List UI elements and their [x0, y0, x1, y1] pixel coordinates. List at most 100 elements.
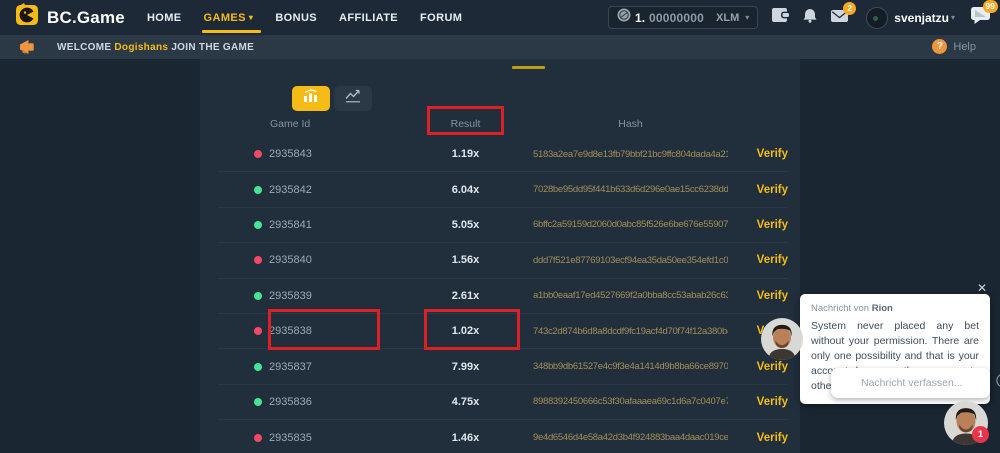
hash-value: 348bb9db61527e4c9f3e4a1414d9b8ba66ce8970… — [523, 361, 728, 372]
nav-item-games[interactable]: GAMES ▾ — [204, 0, 254, 35]
balance-integer: 1. — [635, 11, 645, 25]
game-id-cell: 2935835 — [218, 432, 408, 444]
nav-item-bonus[interactable]: BONUS — [275, 0, 317, 35]
annotation-row-game-id — [268, 309, 380, 350]
balance-currency: XLM — [716, 12, 739, 24]
game-id: 2935842 — [269, 184, 312, 196]
chevron-down-icon: ▾ — [951, 13, 955, 22]
welcome-username: Dogishans — [114, 42, 168, 53]
verify-link[interactable]: Verify — [728, 219, 788, 231]
game-history-rows: 2935843 1.19x 5183a2ea7e9d8e13fb79bbf21b… — [218, 137, 788, 453]
mail-badge: 2 — [843, 2, 856, 15]
bar-chart-view-button[interactable] — [292, 86, 330, 111]
hash-value: 743c2d874b6d8a8dcdf9fc19acf4d70f74f12a38… — [523, 326, 728, 337]
table-row: 2935842 6.04x 7028be95dd95f441b633d6d296… — [218, 172, 788, 207]
result-value: 1.46x — [408, 432, 523, 444]
hash-value: 8988392450666c53f30afaaaea69c1d6a7c0407e… — [523, 396, 728, 407]
nav-item-games-label: GAMES — [204, 12, 246, 24]
game-id-cell: 2935836 — [218, 396, 408, 408]
status-dot — [254, 398, 262, 406]
trend-chart-view-button[interactable] — [334, 86, 372, 111]
nav-item-affiliate[interactable]: AFFILIATE — [339, 0, 398, 35]
status-dot — [254, 150, 262, 158]
result-value: 2.61x — [408, 290, 523, 302]
game-id: 2935841 — [269, 219, 312, 231]
verify-link[interactable]: Verify — [728, 290, 788, 302]
column-header-hash: Hash — [523, 118, 728, 130]
trend-chart-icon — [345, 89, 361, 108]
chat-sender-name: Rion — [872, 303, 893, 314]
chat-badge: 99 — [983, 0, 998, 13]
wallet-button[interactable] — [772, 8, 789, 27]
status-dot — [254, 186, 262, 194]
verify-link[interactable]: Verify — [728, 184, 788, 196]
coin-icon — [617, 8, 631, 27]
nav-item-home[interactable]: HOME — [147, 0, 182, 35]
welcome-bar: WELCOME Dogishans JOIN THE GAME ? Help — [0, 35, 1000, 59]
chat-input[interactable] — [831, 377, 996, 389]
bar-chart-icon — [303, 89, 319, 108]
verify-link[interactable]: Verify — [728, 361, 788, 373]
active-tab-indicator — [512, 66, 545, 69]
table-row: 2935843 1.19x 5183a2ea7e9d8e13fb79bbf21b… — [218, 137, 788, 172]
bc-game-screen: BC.Game HOME GAMES ▾ BONUS AFFILIATE FOR… — [0, 0, 1000, 453]
table-row: 2935841 5.05x 6bffc2a59159d2060d0abc85f5… — [218, 208, 788, 243]
username-label[interactable]: svenjatzu — [894, 11, 949, 25]
chat-close-icon[interactable]: ✕ — [977, 281, 987, 295]
top-right-cluster: 1. 00000000 XLM ▾ — [608, 0, 1000, 35]
game-id: 2935836 — [269, 396, 312, 408]
welcome-message: WELCOME Dogishans JOIN THE GAME — [57, 42, 254, 53]
hash-value: ddd7f521e87769103ecf94ea35da50ee354efd1c… — [523, 255, 728, 266]
hash-value: 5183a2ea7e9d8e13fb79bbf21bc9ffc804dada4a… — [523, 149, 728, 160]
result-value: 7.99x — [408, 361, 523, 373]
status-dot — [254, 363, 262, 371]
notifications-button[interactable] — [803, 8, 817, 28]
game-id: 2935837 — [269, 361, 312, 373]
bc-game-logo-icon — [14, 2, 40, 33]
hash-value: 7028be95dd95f441b633d6d296e0ae15cc6238dd… — [523, 184, 728, 195]
verify-link[interactable]: Verify — [728, 432, 788, 444]
annotation-result-header — [427, 106, 504, 135]
annotation-row-result — [424, 309, 520, 350]
game-id-cell: 2935841 — [218, 219, 408, 231]
help-button[interactable]: ? Help — [932, 39, 976, 54]
top-nav-bar: BC.Game HOME GAMES ▾ BONUS AFFILIATE FOR… — [0, 0, 1000, 35]
game-id-cell: 2935839 — [218, 290, 408, 302]
hash-value: 9e4d6546d4e58a42d3b4f924883baa4daac019ce… — [523, 432, 728, 443]
hash-value: 6bffc2a59159d2060d0abc85f526e6be676e5590… — [523, 219, 728, 230]
game-id-cell: 2935840 — [218, 254, 408, 266]
status-dot — [254, 256, 262, 264]
chat-agent-avatar — [761, 318, 803, 360]
balance-selector[interactable]: 1. 00000000 XLM ▾ — [608, 6, 758, 29]
chat-from-line: Nachricht von Rion — [811, 303, 979, 314]
table-row: 2935837 7.99x 348bb9db61527e4c9f3e4a1414… — [218, 349, 788, 384]
result-value: 5.05x — [408, 219, 523, 231]
game-id-cell: 2935837 — [218, 361, 408, 373]
nav-item-forum[interactable]: FORUM — [420, 0, 462, 35]
verify-link[interactable]: Verify — [728, 396, 788, 408]
chat-input-icons — [996, 373, 1000, 393]
verify-link[interactable]: Verify — [728, 254, 788, 266]
balance-fraction: 00000000 — [649, 11, 704, 25]
site-chat-button[interactable]: 99 — [971, 7, 990, 29]
chat-unread-badge: 1 — [972, 426, 989, 443]
messages-button[interactable]: 2 — [831, 9, 848, 27]
status-dot — [254, 327, 262, 335]
chat-input-bar — [831, 368, 990, 398]
game-id: 2935839 — [269, 290, 312, 302]
chevron-down-icon: ▾ — [745, 13, 749, 22]
bell-icon — [803, 8, 817, 28]
game-id-cell: 2935843 — [218, 148, 408, 160]
result-value: 6.04x — [408, 184, 523, 196]
result-value: 4.75x — [408, 396, 523, 408]
emoji-smiley-icon[interactable] — [996, 373, 1000, 393]
game-id-cell: 2935842 — [218, 184, 408, 196]
wallet-icon — [772, 8, 789, 27]
user-avatar[interactable] — [866, 7, 888, 29]
result-value: 1.56x — [408, 254, 523, 266]
chat-from-label: Nachricht von — [811, 303, 872, 314]
brand-logo[interactable]: BC.Game — [14, 2, 125, 33]
verify-link[interactable]: Verify — [728, 148, 788, 160]
status-dot — [254, 221, 262, 229]
welcome-prefix: WELCOME — [57, 42, 114, 53]
